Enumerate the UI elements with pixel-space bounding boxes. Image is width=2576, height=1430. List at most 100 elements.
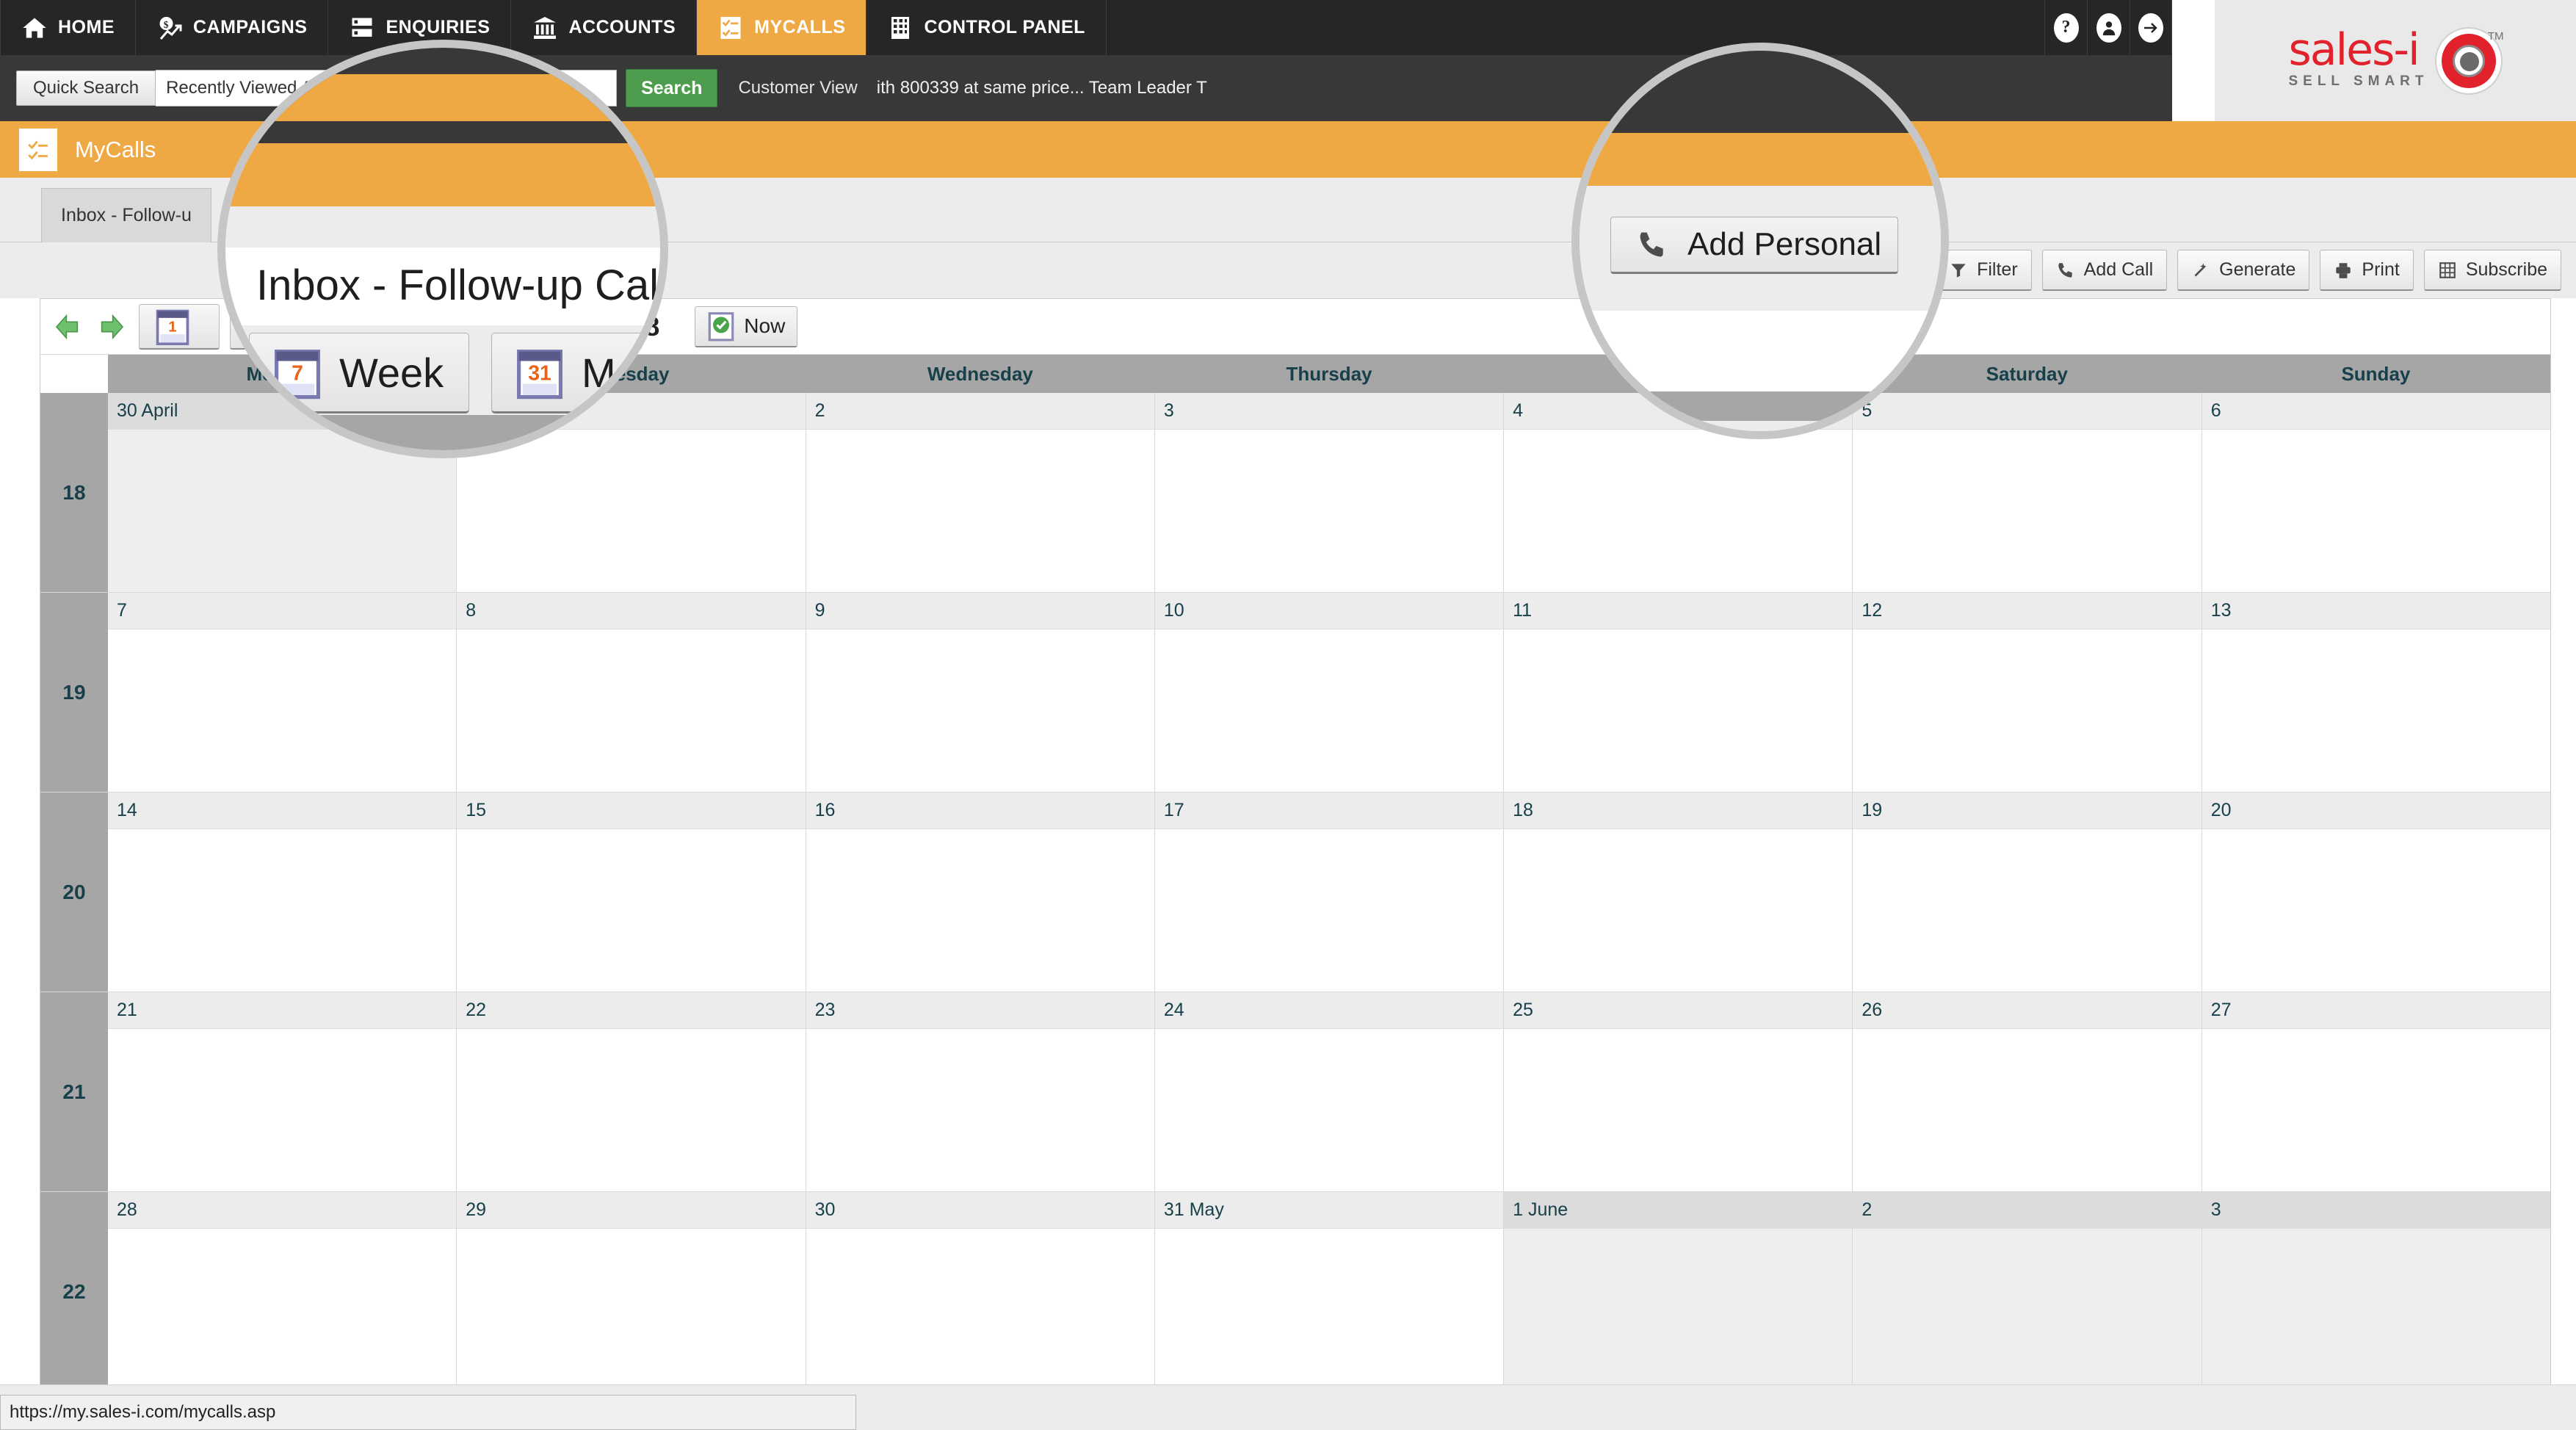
day-events[interactable]: [1154, 1029, 1504, 1191]
day-events[interactable]: [2201, 1229, 2550, 1392]
view-day-button[interactable]: 1: [139, 303, 220, 350]
calendar-day-cell[interactable]: 9: [806, 593, 1155, 792]
quick-search-button[interactable]: Quick Search: [16, 71, 156, 106]
day-events[interactable]: [1504, 629, 1853, 792]
now-button[interactable]: Now: [695, 306, 798, 347]
day-events[interactable]: [457, 1229, 806, 1392]
day-events[interactable]: [108, 629, 457, 792]
day-events[interactable]: [1504, 829, 1853, 992]
day-events[interactable]: [457, 1029, 806, 1191]
magnifier-lens-right: Add Personal: [1571, 43, 1949, 439]
day-events[interactable]: [457, 430, 806, 592]
nav-item-accounts[interactable]: ACCOUNTS: [511, 0, 698, 55]
day-events[interactable]: [1154, 629, 1504, 792]
day-events[interactable]: [1853, 629, 2201, 792]
calendar-day-cell[interactable]: 22: [457, 992, 806, 1191]
calendar-day-cell[interactable]: 13: [2201, 593, 2550, 792]
generate-button[interactable]: Generate: [2177, 250, 2310, 291]
calendar-day-cell[interactable]: 7: [108, 593, 457, 792]
calendar-day-cell[interactable]: 19: [1853, 792, 2202, 992]
next-month-button[interactable]: [95, 310, 129, 344]
day-events[interactable]: [2201, 829, 2550, 992]
day-events[interactable]: [806, 1029, 1154, 1191]
day-events[interactable]: [108, 1229, 457, 1392]
day-number: 2: [806, 393, 1154, 430]
calendar-day-cell[interactable]: 25: [1504, 992, 1853, 1191]
filter-button[interactable]: Filter: [1935, 250, 2032, 291]
calendar-day-cell[interactable]: 18: [1504, 792, 1853, 992]
day-events[interactable]: [806, 430, 1154, 592]
calendar-day-cell[interactable]: 10: [1154, 593, 1505, 792]
filter-label: Filter: [1977, 259, 2018, 280]
calendar-day-cell[interactable]: 3: [2201, 1192, 2550, 1392]
calendar-day-cell[interactable]: 31 May: [1154, 1192, 1505, 1392]
day-number: 3: [2201, 1192, 2550, 1229]
calendar-day-cell[interactable]: 21: [108, 992, 457, 1191]
day-number: 16: [806, 792, 1154, 829]
day-events[interactable]: [1853, 1029, 2201, 1191]
day-number: 27: [2201, 992, 2550, 1029]
day-events[interactable]: [457, 629, 806, 792]
calendar-day-cell[interactable]: 24: [1154, 992, 1505, 1191]
calendar-day-cell[interactable]: 20: [2201, 792, 2550, 992]
calendar-day-cell[interactable]: 30: [806, 1192, 1155, 1392]
calendar-day-cell[interactable]: 2: [1853, 1192, 2202, 1392]
day-events[interactable]: [1504, 430, 1853, 592]
day-events[interactable]: [806, 1229, 1154, 1392]
day-events[interactable]: [1853, 1229, 2201, 1392]
day-events[interactable]: [1154, 829, 1504, 992]
calendar-day-cell[interactable]: 27: [2201, 992, 2550, 1191]
subscribe-button[interactable]: Subscribe: [2423, 250, 2561, 291]
day-events[interactable]: [1853, 430, 2201, 592]
day-events[interactable]: [1154, 430, 1504, 592]
nav-item-mycalls[interactable]: MYCALLS: [697, 0, 867, 55]
customer-view-label[interactable]: Customer View: [738, 78, 857, 98]
add-call-button[interactable]: Add Call: [2041, 250, 2168, 291]
day-events[interactable]: [2201, 629, 2550, 792]
nav-item-home[interactable]: HOME: [0, 0, 136, 55]
day-events[interactable]: [1154, 1229, 1504, 1392]
brand-logo[interactable]: sales-i SELL SMART TM: [2215, 0, 2576, 121]
calendar-day-cell[interactable]: 15: [457, 792, 806, 992]
calendar-week-row: 20 14 15 16 17 18 19 20: [40, 792, 2550, 992]
calendar-day-cell[interactable]: 3: [1154, 393, 1505, 592]
magnified-month-button[interactable]: 31 M: [491, 333, 660, 414]
nav-item-campaigns[interactable]: $ CAMPAIGNS: [136, 0, 329, 55]
calendar-day-cell[interactable]: 26: [1853, 992, 2202, 1191]
calendar-day-cell[interactable]: 2: [806, 393, 1155, 592]
calendar-day-cell[interactable]: 16: [806, 792, 1155, 992]
nav-item-control-panel[interactable]: CONTROL PANEL: [866, 0, 1107, 55]
magnified-week-button[interactable]: 7 Week: [249, 333, 469, 414]
module-title: MyCalls: [75, 136, 156, 162]
calendar-day-cell[interactable]: 11: [1504, 593, 1853, 792]
day-events[interactable]: [1504, 1229, 1853, 1392]
tab-inbox-followup-calendar[interactable]: Inbox - Follow-u: [41, 188, 211, 242]
day-events[interactable]: [806, 829, 1154, 992]
calendar-day-cell[interactable]: 14: [108, 792, 457, 992]
help-button[interactable]: ?: [2044, 0, 2087, 55]
logout-button[interactable]: [2130, 0, 2172, 55]
previous-month-button[interactable]: [51, 310, 84, 344]
calendar-day-cell[interactable]: 1 June: [1504, 1192, 1853, 1392]
day-events[interactable]: [2201, 1029, 2550, 1191]
calendar-day-cell[interactable]: 6: [2201, 393, 2550, 592]
day-events[interactable]: [108, 829, 457, 992]
print-button[interactable]: Print: [2320, 250, 2414, 291]
day-events[interactable]: [2201, 430, 2550, 592]
arrow-left-icon: [55, 314, 79, 339]
day-events[interactable]: [108, 1029, 457, 1191]
day-events[interactable]: [457, 829, 806, 992]
tab-label: Inbox - Follow-u: [61, 205, 192, 225]
calendar-day-cell[interactable]: 28: [108, 1192, 457, 1392]
magnified-add-personal-button[interactable]: Add Personal: [1610, 217, 1898, 274]
day-number: 3: [1154, 393, 1504, 430]
calendar-day-cell[interactable]: 8: [457, 593, 806, 792]
day-events[interactable]: [1853, 829, 2201, 992]
calendar-day-cell[interactable]: 12: [1853, 593, 2202, 792]
calendar-day-cell[interactable]: 23: [806, 992, 1155, 1191]
calendar-day-cell[interactable]: 17: [1154, 792, 1505, 992]
account-button[interactable]: [2087, 0, 2130, 55]
day-events[interactable]: [1504, 1029, 1853, 1191]
day-events[interactable]: [806, 629, 1154, 792]
calendar-day-cell[interactable]: 29: [457, 1192, 806, 1392]
